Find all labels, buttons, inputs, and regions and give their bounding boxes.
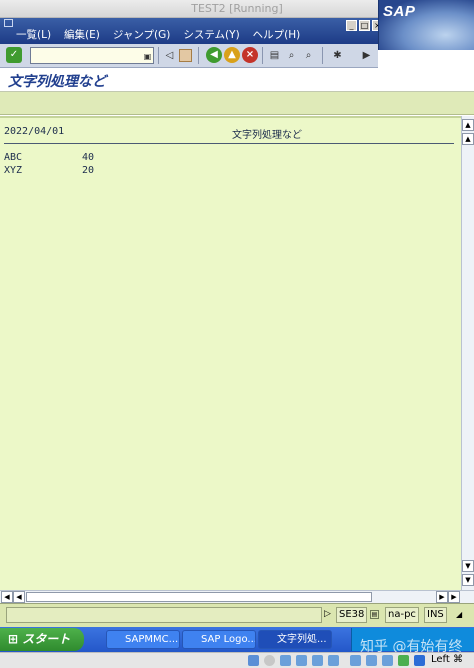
status-message-field (6, 607, 322, 623)
screen-title-bar: 文字列処理など (0, 68, 474, 92)
vertical-scrollbar[interactable]: ▲ ▲ ▼ ▼ (461, 116, 474, 590)
status-mode: INS (424, 607, 447, 623)
sap-logo: SAP (378, 0, 474, 50)
standard-toolbar: ✓ ▣ ◁ ◀ ▲ × ▤ ⌕ ⌕ ✱ ▶ (0, 44, 378, 68)
system-menu-icon[interactable] (4, 19, 13, 27)
command-field-save-icon[interactable]: ▣ (141, 50, 154, 63)
optical-icon[interactable] (264, 655, 275, 666)
shared-folder-icon[interactable] (312, 655, 323, 666)
windows-flag-icon: ⊞ (8, 632, 19, 646)
taskbar-item-label: 文字列処... (277, 634, 327, 645)
display-icon[interactable] (328, 655, 339, 666)
status-expand-icon[interactable]: ◢ (456, 610, 462, 619)
start-button[interactable]: ⊞ スタート (0, 628, 84, 651)
host-key-label: Left ⌘ (431, 654, 463, 665)
row-name: XYZ (4, 165, 23, 176)
mouse-integration-icon[interactable] (382, 655, 393, 666)
page-left-icon[interactable]: ◀ (13, 591, 25, 603)
find-next-icon[interactable]: ⌕ (302, 49, 315, 62)
network-icon[interactable] (296, 655, 307, 666)
collapse-left-icon[interactable]: ◁ (163, 49, 176, 62)
status-info-icon[interactable]: ▤ (370, 610, 379, 619)
back-icon[interactable]: ◀ (206, 47, 222, 63)
minimize-icon[interactable]: _ (346, 20, 357, 31)
guest-additions-icon[interactable] (398, 655, 409, 666)
taskbar-item-sapmmc[interactable]: SAPMMC... (106, 630, 180, 649)
list-header-date: 2022/04/01 (4, 126, 65, 137)
status-server: na-pc (385, 607, 419, 623)
status-bar: ▷ SE38 ▤ na-pc INS ◢ (0, 603, 474, 627)
page-up-icon[interactable]: ▲ (462, 133, 474, 145)
download-icon[interactable] (414, 655, 425, 666)
horizontal-scrollbar[interactable]: ◀ ◀ ▶ ▶ (0, 590, 474, 603)
menu-item-help[interactable]: ヘルプ(H) (253, 27, 301, 42)
list-output: 2022/04/01 文字列処理など ABC 40 XYZ 20 (0, 116, 461, 590)
scroll-right-icon[interactable]: ▶ (448, 591, 460, 603)
menu-item-edit[interactable]: 編集(E) (64, 27, 100, 42)
print-icon[interactable]: ▤ (268, 49, 281, 62)
scroll-left-icon[interactable]: ◀ (1, 591, 13, 603)
row-name: ABC (4, 152, 23, 163)
cpu-icon[interactable] (366, 655, 377, 666)
menu-item-system[interactable]: システム(Y) (183, 27, 239, 42)
menu-item-list[interactable]: 一覧(L) (16, 27, 51, 42)
page-down-icon[interactable]: ▼ (462, 560, 474, 572)
scroll-down-icon[interactable]: ▼ (462, 574, 474, 586)
taskbar-item-label: SAPMMC... (125, 634, 179, 645)
status-transaction: SE38 (336, 607, 368, 623)
menu-item-goto[interactable]: ジャンプ(G) (113, 27, 171, 42)
row-value: 40 (81, 152, 94, 163)
hdd-icon[interactable] (248, 655, 259, 666)
new-session-icon[interactable]: ✱ (331, 49, 344, 62)
list-header-title: 文字列処理など (232, 130, 302, 141)
scroll-up-icon[interactable]: ▲ (462, 119, 474, 131)
shortcut-icon[interactable]: ▶ (360, 49, 373, 62)
command-field[interactable] (30, 47, 154, 64)
taskbar-item-string-processing[interactable]: 文字列処... (258, 630, 332, 649)
maximize-icon[interactable]: □ (359, 20, 370, 31)
horizontal-scroll-thumb[interactable] (26, 592, 372, 602)
save-icon[interactable] (179, 49, 192, 62)
find-icon[interactable]: ⌕ (285, 49, 298, 62)
usb-icon[interactable] (280, 655, 291, 666)
taskbar-item-label: SAP Logo... (201, 634, 256, 645)
recording-icon[interactable] (350, 655, 361, 666)
application-toolbar (0, 92, 474, 115)
taskbar-item-sap-logon[interactable]: SAP Logo... (182, 630, 256, 649)
row-value: 20 (81, 165, 94, 176)
host-status-bar: Left ⌘ (0, 652, 474, 668)
header-divider (4, 143, 454, 144)
page-right-icon[interactable]: ▶ (436, 591, 448, 603)
status-toggle-icon[interactable]: ▷ (324, 609, 331, 619)
sap-logo-text: SAP (383, 3, 416, 20)
exit-icon[interactable]: ▲ (224, 47, 240, 63)
start-label: スタート (22, 632, 71, 646)
cancel-icon[interactable]: × (242, 47, 258, 63)
window-title: TEST2 [Running] (191, 2, 283, 15)
screen-title: 文字列処理など (8, 74, 106, 90)
enter-check-icon[interactable]: ✓ (6, 47, 22, 63)
